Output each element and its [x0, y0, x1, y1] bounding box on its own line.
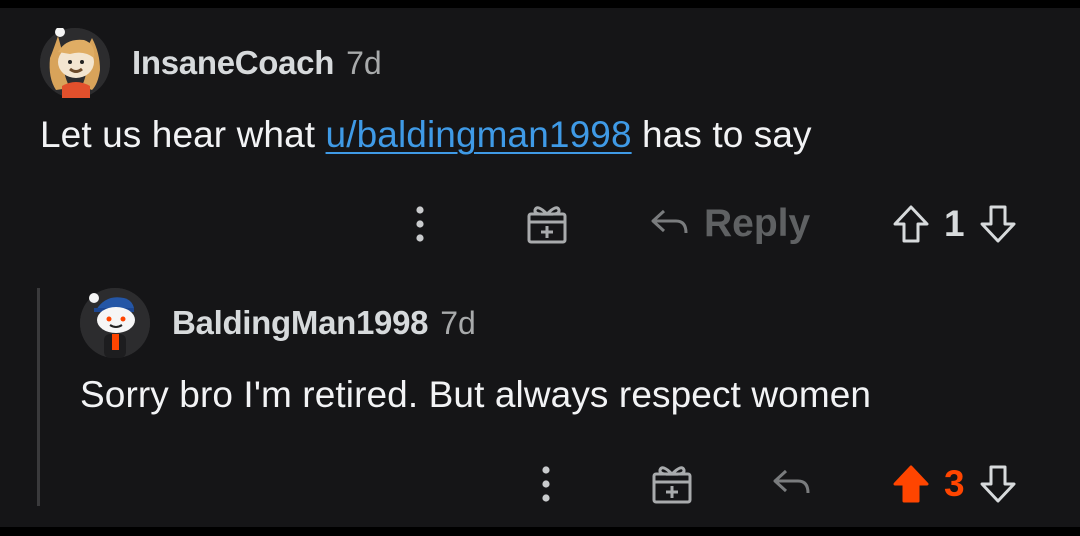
reply-arrow-icon	[773, 469, 810, 494]
gift-icon	[652, 466, 692, 504]
thread-line[interactable]	[37, 288, 40, 506]
gift-icon	[527, 206, 567, 244]
comment-body-suffix: has to say	[631, 114, 812, 155]
vote-controls: 3	[892, 463, 1017, 505]
award-button[interactable]	[650, 462, 694, 506]
reply-label: Reply	[704, 202, 811, 245]
avatar-baldingman-icon	[80, 288, 150, 358]
reply-button[interactable]: Reply	[650, 202, 810, 246]
username[interactable]: BaldingMan1998	[172, 304, 429, 342]
vote-score: 1	[944, 203, 965, 244]
vote-score: 3	[944, 463, 965, 504]
comments-panel: InsaneCoach 7d Let us hear what u/baldin…	[0, 8, 1080, 527]
award-button[interactable]	[525, 202, 569, 246]
reply-button[interactable]	[772, 467, 812, 501]
upvote-icon[interactable]	[892, 204, 930, 244]
more-icon	[542, 466, 550, 502]
comment-age: 7d	[346, 44, 382, 81]
comment-body-prefix: Let us hear what	[40, 114, 326, 155]
comment-actions: Reply 1	[40, 198, 1050, 250]
avatar-insanecoach-icon	[40, 28, 110, 98]
comment-header: InsaneCoach 7d	[40, 28, 1050, 98]
avatar[interactable]	[80, 288, 150, 358]
avatar[interactable]	[40, 28, 110, 98]
more-button[interactable]	[412, 204, 428, 244]
comment-body: Let us hear what u/baldingman1998 has to…	[40, 114, 1050, 156]
more-button[interactable]	[538, 464, 554, 504]
reply-arrow-icon	[651, 209, 688, 234]
comment-insanecoach: InsaneCoach 7d Let us hear what u/baldin…	[40, 28, 1050, 278]
comment-actions: 3	[80, 458, 1050, 510]
user-mention-link[interactable]: u/baldingman1998	[326, 114, 632, 155]
comment-baldingman1998: BaldingMan1998 7d Sorry bro I'm retired.…	[80, 288, 1050, 518]
comment-age: 7d	[440, 304, 476, 341]
comment-body: Sorry bro I'm retired. But always respec…	[80, 374, 872, 415]
downvote-icon[interactable]	[979, 464, 1017, 504]
vote-controls: 1	[892, 203, 1017, 245]
username[interactable]: InsaneCoach	[132, 44, 334, 82]
downvote-icon[interactable]	[979, 204, 1017, 244]
upvote-icon[interactable]	[892, 464, 930, 504]
more-icon	[416, 206, 424, 242]
comment-header: BaldingMan1998 7d	[80, 288, 1050, 358]
